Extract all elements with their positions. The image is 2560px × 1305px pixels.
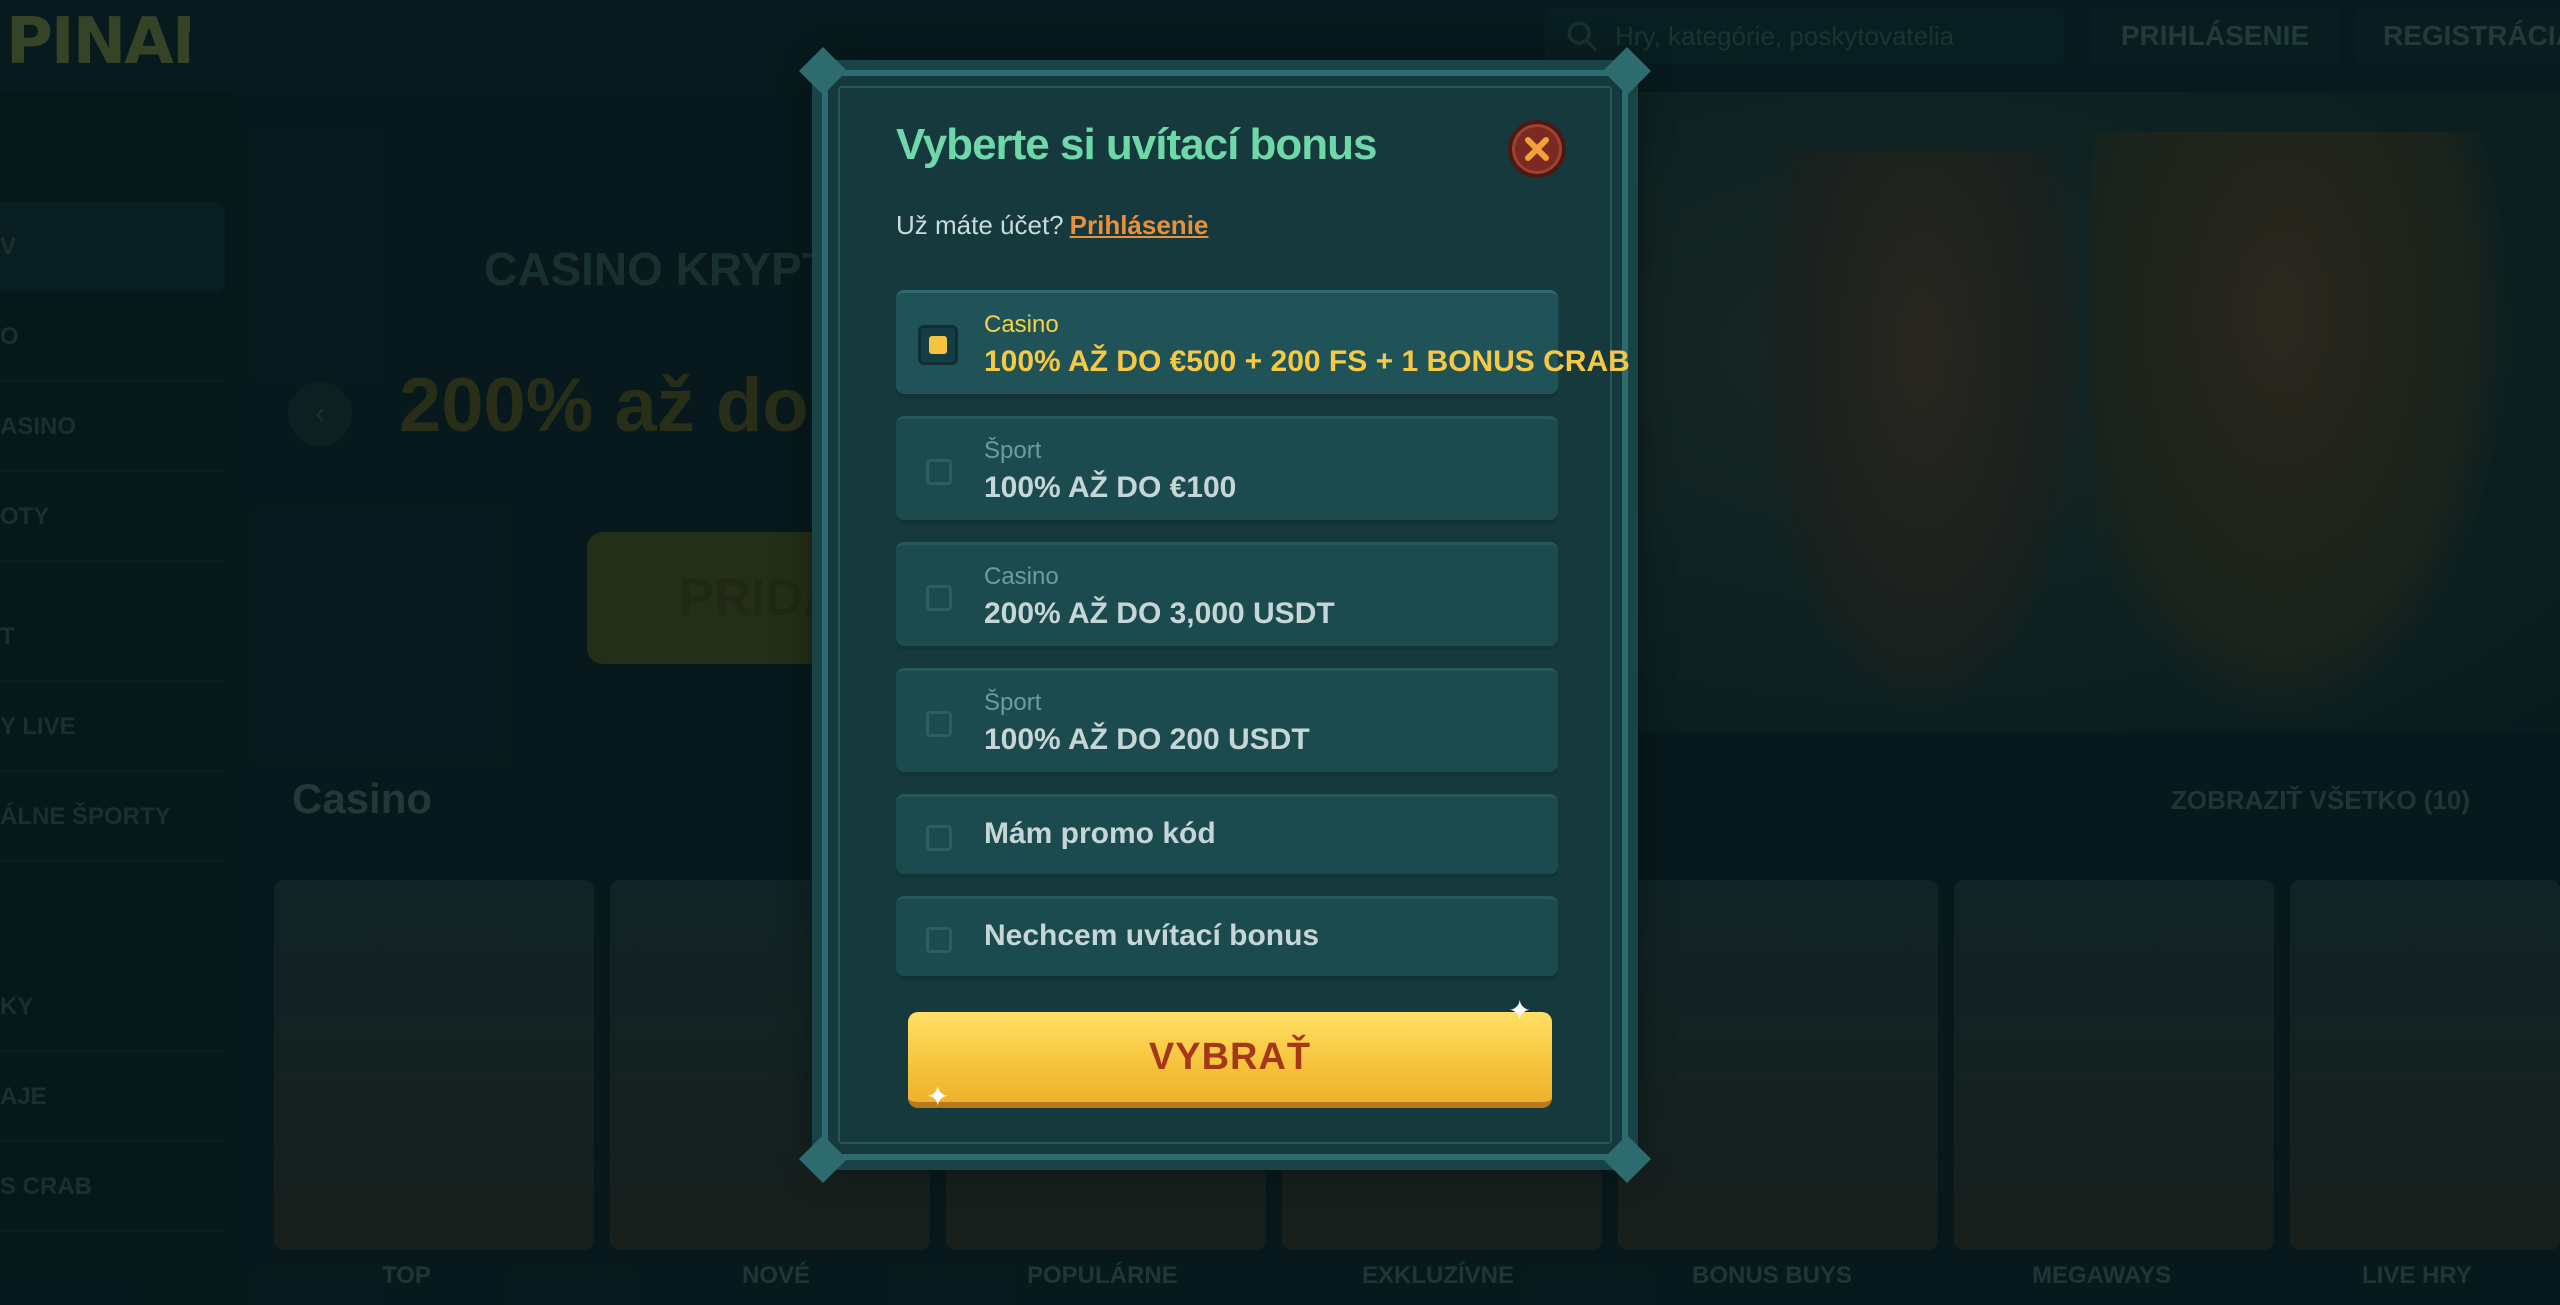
option-checkbox[interactable] <box>926 927 952 953</box>
select-button[interactable]: VYBRAŤ <box>908 1012 1552 1108</box>
option-amount: 100% AŽ DO €100 <box>984 471 1237 504</box>
bonus-option-sport-eur[interactable]: Šport 100% AŽ DO €100 <box>896 416 1558 520</box>
close-button[interactable] <box>1508 120 1566 178</box>
option-category: Casino <box>984 311 1059 338</box>
option-amount: 100% AŽ DO €500 + 200 FS + 1 BONUS CRAB <box>984 345 1630 378</box>
option-label: Nechcem uvítací bonus <box>984 919 1320 952</box>
option-amount: 100% AŽ DO 200 USDT <box>984 723 1310 756</box>
welcome-bonus-modal: Vyberte si uvítací bonus Už máte účet? Pr… <box>798 46 1652 1184</box>
option-checkbox[interactable] <box>926 459 952 485</box>
option-category: Šport <box>984 689 1042 716</box>
sparkle-icon: ✦ <box>926 1081 950 1112</box>
bonus-option-sport-usdt[interactable]: Šport 100% AŽ DO 200 USDT <box>896 668 1558 772</box>
bonus-option-casino-usdt[interactable]: Casino 200% AŽ DO 3,000 USDT <box>896 542 1558 646</box>
option-checkbox[interactable] <box>926 711 952 737</box>
option-category: Šport <box>984 437 1042 464</box>
close-icon <box>1525 137 1549 161</box>
no-bonus-option[interactable]: Nechcem uvítací bonus <box>896 896 1558 976</box>
bonus-option-casino-eur[interactable]: Casino 100% AŽ DO €500 + 200 FS + 1 BONU… <box>896 290 1630 394</box>
option-checkbox[interactable] <box>926 585 952 611</box>
sparkle-icon: ✦ <box>1508 995 1532 1026</box>
option-amount: 200% AŽ DO 3,000 USDT <box>984 597 1335 630</box>
option-label: Mám promo kód <box>984 817 1216 850</box>
login-link[interactable]: Prihlásenie <box>1070 210 1209 240</box>
account-prompt: Už máte účet? Prihlásenie <box>896 210 1208 241</box>
promo-code-option[interactable]: Mám promo kód <box>896 794 1558 874</box>
account-question: Už máte účet? <box>896 210 1064 240</box>
option-checkbox[interactable] <box>918 325 958 365</box>
option-checkbox[interactable] <box>926 825 952 851</box>
modal-title: Vyberte si uvítací bonus <box>896 120 1378 169</box>
option-category: Casino <box>984 563 1059 590</box>
